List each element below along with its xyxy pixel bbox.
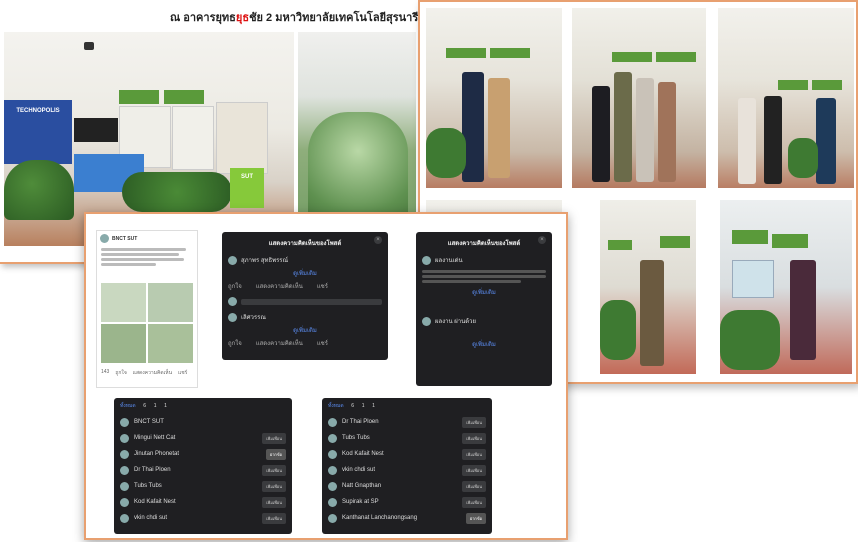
message-button[interactable]: ฝากข้อ <box>465 512 486 524</box>
add-friend-button[interactable]: เพิ่มเพื่อน <box>462 480 486 492</box>
comment-avatar <box>228 255 237 265</box>
close-icon[interactable]: × <box>538 236 546 244</box>
share-action[interactable]: แชร์ <box>317 338 328 348</box>
add-friend-button[interactable]: เพิ่มเพื่อน <box>262 496 286 508</box>
comments-dialog-right: แสดงความคิดเห็นของโพสต์ × ผลงานเด่น ดูเพ… <box>416 232 552 386</box>
comment-author: เลิศวรรณ <box>241 315 266 321</box>
like-action[interactable]: ถูกใจ <box>228 281 242 291</box>
list-item[interactable]: vkin chdi sut เพิ่มเพื่อน <box>114 510 292 526</box>
list-item[interactable]: Dr Thai Ploen เพิ่มเพื่อน <box>114 462 292 478</box>
add-friend-button[interactable]: เพิ่มเพื่อน <box>262 432 286 444</box>
post-avatar <box>100 234 109 243</box>
tab-love[interactable]: 1 <box>154 403 157 409</box>
list-item[interactable]: Kod Kafait Nest เพิ่มเพื่อน <box>114 494 292 510</box>
comments-dialog: แสดงความคิดเห็นของโพสต์ × สุภาพร สุทธิพร… <box>222 232 388 360</box>
reactions-list-left: ทั้งหมด 6 1 1 BNCT SUT Mingui Nett Cat เพ… <box>114 398 292 534</box>
see-more-link[interactable]: ดูเพิ่มเติม <box>222 268 388 278</box>
list-item[interactable]: BNCT SUT <box>114 414 292 430</box>
visitor-photo-6 <box>720 200 852 374</box>
visitor-photo-2 <box>572 8 706 188</box>
add-friend-button[interactable]: เพิ่มเพื่อน <box>462 416 486 428</box>
photo-caption: ณ อาคารยุทธยุธชัย 2 มหาวิทยาลัยเทคโนโลยี… <box>170 12 419 24</box>
comment-author: ผลงาน ผ่านด้วย <box>435 319 477 325</box>
list-item[interactable]: Supirak at SP เพิ่มเพื่อน <box>322 494 492 510</box>
visitor-photo-1 <box>426 8 562 188</box>
share-action[interactable]: แชร์ <box>317 281 328 291</box>
social-media-screenshots: BNCT SUT 143 ถูกใจ แสดงความคิดเห็น แชร์ … <box>84 212 568 540</box>
post-photo-grid <box>101 283 193 363</box>
comments-dialog-title: แสดงความคิดเห็นของโพสต์ <box>447 241 521 247</box>
list-item[interactable]: Natt Gnapthan เพิ่มเพื่อน <box>322 478 492 494</box>
sut-box: SUT <box>230 168 264 208</box>
comments-dialog-title: แสดงความคิดเห็นของโพสต์ <box>268 241 342 247</box>
facebook-post: BNCT SUT 143 ถูกใจ แสดงความคิดเห็น แชร์ <box>96 230 198 388</box>
list-item[interactable]: Kod Kafait Nest เพิ่มเพื่อน <box>322 446 492 462</box>
comment-author: ผลงานเด่น <box>435 258 463 264</box>
comment-author: สุภาพร สุทธิพรรณ์ <box>241 258 289 264</box>
list-item[interactable]: Dr Thai Ploen เพิ่มเพื่อน <box>322 414 492 430</box>
tab-like[interactable]: 6 <box>351 403 354 409</box>
list-item[interactable]: vkin chdi sut เพิ่มเพื่อน <box>322 462 492 478</box>
add-friend-button[interactable]: เพิ่มเพื่อน <box>262 464 286 476</box>
post-author: BNCT SUT <box>112 235 138 242</box>
list-item[interactable]: Tubs Tubs เพิ่มเพื่อน <box>322 430 492 446</box>
close-icon[interactable]: × <box>374 236 382 244</box>
tab-all[interactable]: ทั้งหมด <box>328 402 344 410</box>
visitor-photo-5 <box>600 200 696 374</box>
post-comment-action[interactable]: แสดงความคิดเห็น <box>133 369 172 377</box>
tab-care[interactable]: 1 <box>164 403 167 409</box>
tab-love[interactable]: 1 <box>362 403 365 409</box>
post-like-action[interactable]: ถูกใจ <box>115 369 126 377</box>
comment-avatar <box>228 312 237 322</box>
tab-like[interactable]: 6 <box>143 403 146 409</box>
like-action[interactable]: ถูกใจ <box>228 338 242 348</box>
add-friend-button[interactable]: เพิ่มเพื่อน <box>462 448 486 460</box>
see-more-link[interactable]: ดูเพิ่มเติม <box>222 325 388 335</box>
add-friend-button[interactable]: เพิ่มเพื่อน <box>462 464 486 476</box>
add-friend-button[interactable]: เพิ่มเพื่อน <box>262 512 286 524</box>
post-share-action[interactable]: แชร์ <box>178 369 187 377</box>
comment-action[interactable]: แสดงความคิดเห็น <box>256 338 303 348</box>
list-item[interactable]: Jinutan Phonetat ฝากข้อ <box>114 446 292 462</box>
add-friend-button[interactable]: เพิ่มเพื่อน <box>462 496 486 508</box>
tab-all[interactable]: ทั้งหมด <box>120 402 136 410</box>
technopolis-sign: TECHNOPOLIS <box>4 100 72 164</box>
tab-care[interactable]: 1 <box>372 403 375 409</box>
list-item[interactable]: Kanthanat Lanchanongsang ฝากข้อ <box>322 510 492 526</box>
visitor-photo-3 <box>718 8 854 188</box>
list-item[interactable]: Mingui Nett Cat เพิ่มเพื่อน <box>114 430 292 446</box>
post-reaction-count: 143 <box>101 369 110 375</box>
reactions-list-right: ทั้งหมด 6 1 1 Dr Thai Ploen เพิ่มเพื่อน T… <box>322 398 492 534</box>
see-more-link[interactable]: ดูเพิ่มเติม <box>416 287 552 297</box>
add-friend-button[interactable]: เพิ่มเพื่อน <box>262 480 286 492</box>
add-friend-button[interactable]: เพิ่มเพื่อน <box>462 432 486 444</box>
see-more-link[interactable]: ดูเพิ่มเติม <box>416 339 552 349</box>
comment-action[interactable]: แสดงความคิดเห็น <box>256 281 303 291</box>
message-button[interactable]: ฝากข้อ <box>265 448 286 460</box>
list-item[interactable]: Tubs Tubs เพิ่มเพื่อน <box>114 478 292 494</box>
